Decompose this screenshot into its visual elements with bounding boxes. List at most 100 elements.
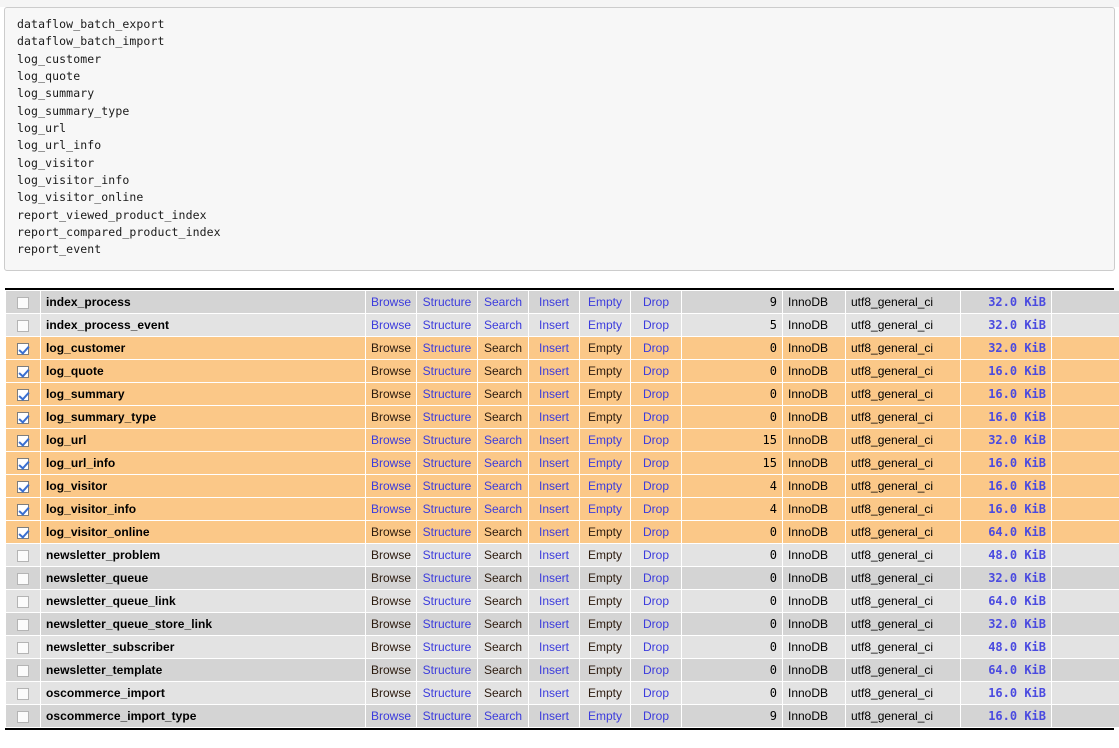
- row-checkbox[interactable]: [17, 457, 29, 470]
- action-cell-drop[interactable]: Drop: [631, 475, 681, 497]
- action-cell-insert[interactable]: Insert: [529, 544, 579, 566]
- search-link[interactable]: Search: [484, 571, 522, 585]
- structure-link[interactable]: Structure: [423, 364, 472, 378]
- browse-link[interactable]: Browse: [371, 433, 411, 447]
- structure-link[interactable]: Structure: [423, 433, 472, 447]
- action-cell-structure[interactable]: Structure: [417, 567, 477, 589]
- insert-link[interactable]: Insert: [539, 617, 569, 631]
- drop-link[interactable]: Drop: [643, 709, 669, 723]
- action-cell-empty[interactable]: Empty: [580, 314, 630, 336]
- empty-link[interactable]: Empty: [588, 548, 622, 562]
- row-select-cell[interactable]: [6, 659, 40, 681]
- action-cell-insert[interactable]: Insert: [529, 406, 579, 428]
- drop-link[interactable]: Drop: [643, 410, 669, 424]
- row-select-cell[interactable]: [6, 337, 40, 359]
- action-cell-insert[interactable]: Insert: [529, 383, 579, 405]
- action-cell-empty[interactable]: Empty: [580, 360, 630, 382]
- action-cell-structure[interactable]: Structure: [417, 314, 477, 336]
- empty-link[interactable]: Empty: [588, 663, 622, 677]
- insert-link[interactable]: Insert: [539, 525, 569, 539]
- action-cell-search[interactable]: Search: [478, 452, 528, 474]
- action-cell-insert[interactable]: Insert: [529, 659, 579, 681]
- row-select-cell[interactable]: [6, 613, 40, 635]
- action-cell-search[interactable]: Search: [478, 314, 528, 336]
- table-row[interactable]: oscommerce_import Browse Structure Search In…: [6, 682, 1119, 704]
- drop-link[interactable]: Drop: [643, 525, 669, 539]
- browse-link[interactable]: Browse: [371, 709, 411, 723]
- empty-link[interactable]: Empty: [588, 456, 622, 470]
- action-cell-insert[interactable]: Insert: [529, 337, 579, 359]
- empty-link[interactable]: Empty: [588, 341, 622, 355]
- search-link[interactable]: Search: [484, 502, 522, 516]
- action-cell-insert[interactable]: Insert: [529, 636, 579, 658]
- structure-link[interactable]: Structure: [423, 502, 472, 516]
- drop-link[interactable]: Drop: [643, 571, 669, 585]
- table-row[interactable]: log_visitor_online Browse Structure Search I…: [6, 521, 1119, 543]
- row-checkbox[interactable]: [17, 365, 29, 378]
- row-select-cell[interactable]: [6, 590, 40, 612]
- action-cell-search[interactable]: Search: [478, 567, 528, 589]
- row-checkbox[interactable]: [17, 388, 29, 401]
- row-checkbox[interactable]: [17, 664, 29, 677]
- browse-link[interactable]: Browse: [371, 295, 411, 309]
- drop-link[interactable]: Drop: [643, 640, 669, 654]
- empty-link[interactable]: Empty: [588, 479, 622, 493]
- action-cell-search[interactable]: Search: [478, 659, 528, 681]
- insert-link[interactable]: Insert: [539, 433, 569, 447]
- search-link[interactable]: Search: [484, 594, 522, 608]
- action-cell-insert[interactable]: Insert: [529, 567, 579, 589]
- row-checkbox[interactable]: [17, 618, 29, 631]
- action-cell-structure[interactable]: Structure: [417, 613, 477, 635]
- table-row[interactable]: newsletter_queue_store_link Browse Structu…: [6, 613, 1119, 635]
- action-cell-drop[interactable]: Drop: [631, 567, 681, 589]
- insert-link[interactable]: Insert: [539, 295, 569, 309]
- empty-link[interactable]: Empty: [588, 433, 622, 447]
- drop-link[interactable]: Drop: [643, 295, 669, 309]
- action-cell-browse[interactable]: Browse: [366, 429, 416, 451]
- action-cell-browse[interactable]: Browse: [366, 613, 416, 635]
- search-link[interactable]: Search: [484, 295, 522, 309]
- structure-link[interactable]: Structure: [423, 571, 472, 585]
- empty-link[interactable]: Empty: [588, 617, 622, 631]
- structure-link[interactable]: Structure: [423, 410, 472, 424]
- row-checkbox[interactable]: [17, 342, 29, 355]
- action-cell-drop[interactable]: Drop: [631, 429, 681, 451]
- browse-link[interactable]: Browse: [371, 341, 411, 355]
- action-cell-browse[interactable]: Browse: [366, 590, 416, 612]
- action-cell-structure[interactable]: Structure: [417, 682, 477, 704]
- table-row[interactable]: log_summary_type Browse Structure Search Ins…: [6, 406, 1119, 428]
- action-cell-empty[interactable]: Empty: [580, 383, 630, 405]
- drop-link[interactable]: Drop: [643, 617, 669, 631]
- action-cell-empty[interactable]: Empty: [580, 659, 630, 681]
- action-cell-insert[interactable]: Insert: [529, 291, 579, 313]
- action-cell-search[interactable]: Search: [478, 590, 528, 612]
- drop-link[interactable]: Drop: [643, 479, 669, 493]
- browse-link[interactable]: Browse: [371, 594, 411, 608]
- empty-link[interactable]: Empty: [588, 318, 622, 332]
- drop-link[interactable]: Drop: [643, 318, 669, 332]
- search-link[interactable]: Search: [484, 709, 522, 723]
- action-cell-structure[interactable]: Structure: [417, 590, 477, 612]
- action-cell-search[interactable]: Search: [478, 360, 528, 382]
- insert-link[interactable]: Insert: [539, 410, 569, 424]
- browse-link[interactable]: Browse: [371, 686, 411, 700]
- action-cell-drop[interactable]: Drop: [631, 360, 681, 382]
- structure-link[interactable]: Structure: [423, 341, 472, 355]
- row-checkbox[interactable]: [17, 434, 29, 447]
- row-checkbox[interactable]: [17, 710, 29, 723]
- action-cell-browse[interactable]: Browse: [366, 682, 416, 704]
- action-cell-browse[interactable]: Browse: [366, 498, 416, 520]
- action-cell-structure[interactable]: Structure: [417, 544, 477, 566]
- drop-link[interactable]: Drop: [643, 594, 669, 608]
- action-cell-drop[interactable]: Drop: [631, 521, 681, 543]
- drop-link[interactable]: Drop: [643, 387, 669, 401]
- action-cell-drop[interactable]: Drop: [631, 659, 681, 681]
- row-checkbox[interactable]: [17, 641, 29, 654]
- browse-link[interactable]: Browse: [371, 502, 411, 516]
- structure-link[interactable]: Structure: [423, 663, 472, 677]
- action-cell-search[interactable]: Search: [478, 406, 528, 428]
- drop-link[interactable]: Drop: [643, 548, 669, 562]
- action-cell-drop[interactable]: Drop: [631, 406, 681, 428]
- action-cell-empty[interactable]: Empty: [580, 498, 630, 520]
- action-cell-empty[interactable]: Empty: [580, 521, 630, 543]
